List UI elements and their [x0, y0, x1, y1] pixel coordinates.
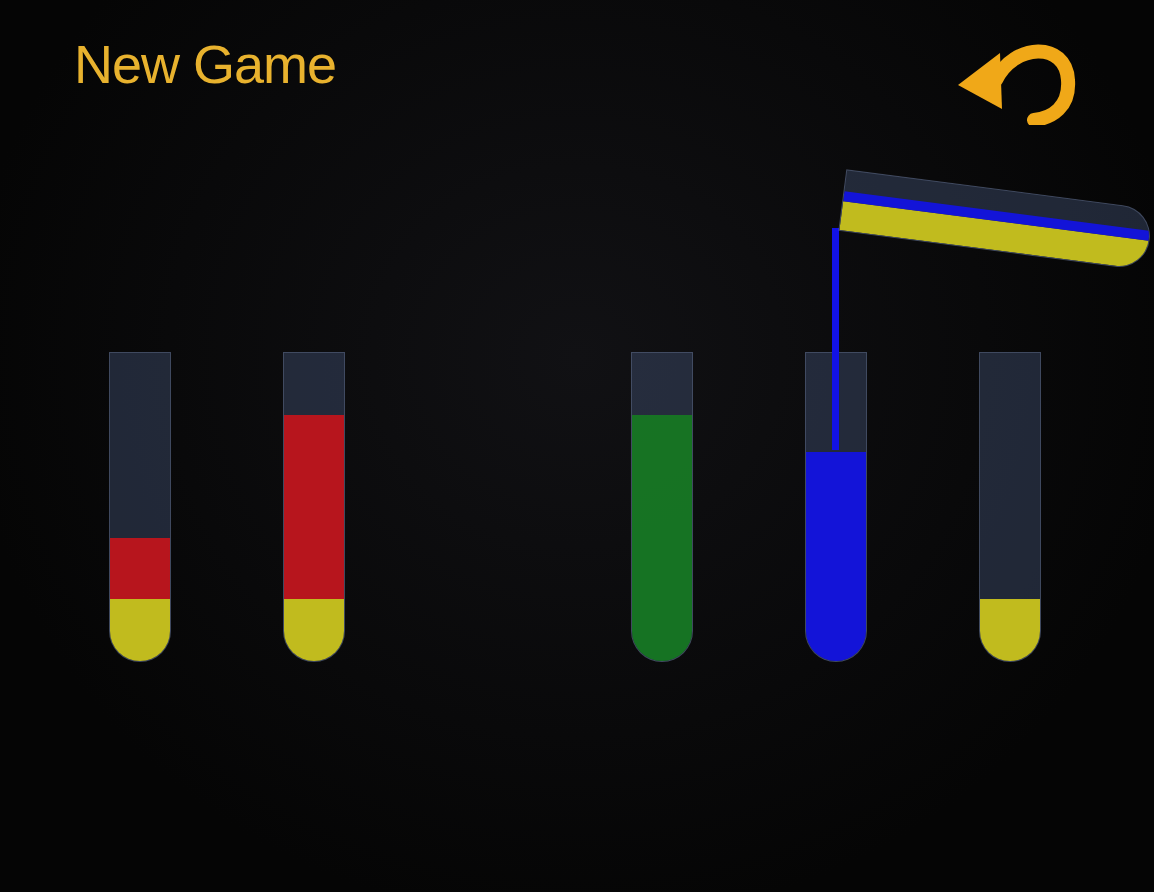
lifted-test-tube[interactable] [838, 169, 1153, 270]
liquid-layer [980, 599, 1040, 661]
new-game-button[interactable]: New Game [70, 25, 340, 103]
liquid-layer [284, 415, 344, 600]
liquid-layer [110, 538, 170, 600]
undo-button[interactable] [956, 25, 1078, 125]
top-bar: New Game [0, 0, 1154, 125]
test-tube[interactable] [979, 352, 1041, 662]
undo-icon [956, 25, 1078, 125]
test-tube[interactable] [283, 352, 345, 662]
liquid-layer [632, 415, 692, 661]
liquid-layer [284, 599, 344, 661]
liquid-layer [110, 599, 170, 661]
test-tube[interactable] [631, 352, 693, 662]
pour-stream [832, 228, 839, 450]
game-screen: New Game [0, 0, 1154, 892]
empty-slot [457, 352, 519, 662]
test-tube[interactable] [109, 352, 171, 662]
liquid-layer [806, 452, 866, 661]
